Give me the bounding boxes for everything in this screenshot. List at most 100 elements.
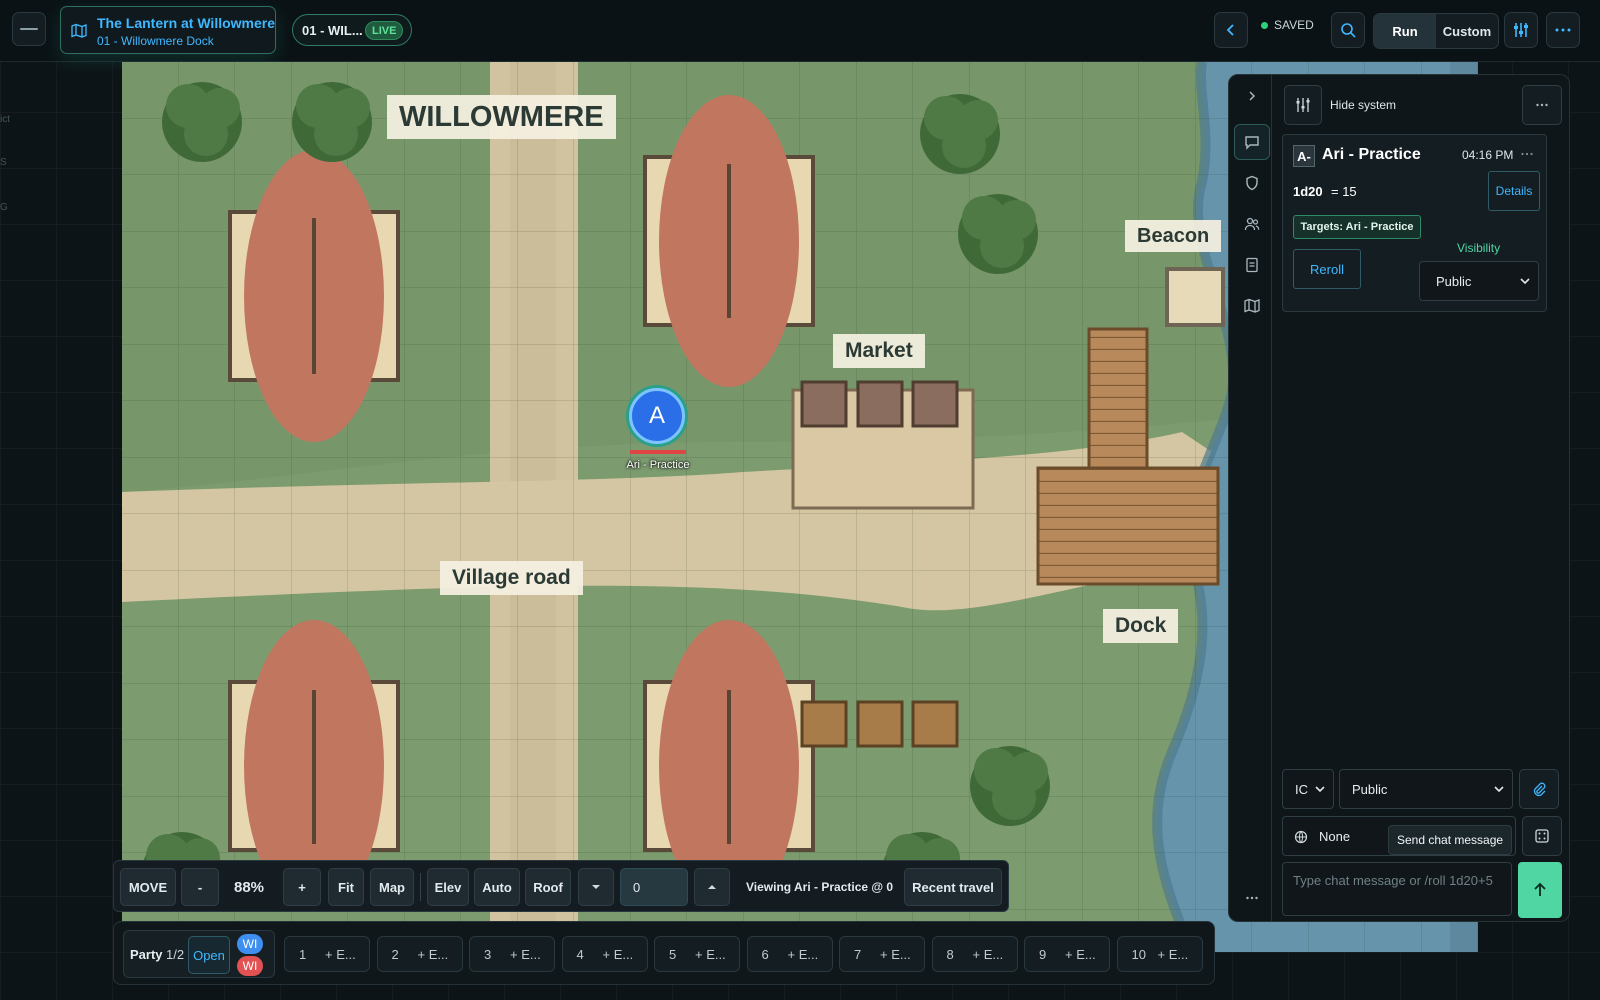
map-button[interactable]: Map bbox=[370, 868, 414, 906]
map-icon bbox=[1244, 298, 1260, 313]
campaign-switcher[interactable]: The Lantern at Willowmere 01 - Willowmer… bbox=[60, 6, 276, 54]
top-bar: The Lantern at Willowmere 01 - Willowmer… bbox=[0, 0, 1600, 62]
hotbar-slot[interactable]: 7 + E... bbox=[839, 936, 925, 972]
character-token[interactable]: A bbox=[629, 388, 685, 444]
mixer-settings-button[interactable] bbox=[1504, 12, 1538, 48]
chat-channel-value: Public bbox=[1352, 781, 1388, 797]
rail-more-button[interactable] bbox=[1234, 880, 1270, 916]
sliders-icon bbox=[1296, 98, 1310, 112]
elevation-down-button[interactable] bbox=[578, 868, 614, 906]
auto-button[interactable]: Auto bbox=[474, 868, 520, 906]
roll-message-card: A- Ari - Practice 04:16 PM 1d20 = 15 Det… bbox=[1282, 134, 1547, 312]
elev-button[interactable]: Elev bbox=[427, 868, 469, 906]
hotbar-slot-action: + E... bbox=[417, 946, 449, 962]
party-open-button[interactable]: Open bbox=[188, 936, 230, 974]
hotbar-slot[interactable]: 8 + E... bbox=[931, 936, 1018, 972]
chat-filter-button[interactable] bbox=[1284, 85, 1322, 125]
hotbar-slot-number: 2 bbox=[391, 946, 399, 962]
party-label: Party bbox=[130, 947, 163, 962]
maps-tab[interactable] bbox=[1234, 288, 1270, 324]
send-button[interactable] bbox=[1518, 862, 1562, 918]
visibility-select[interactable]: Public bbox=[1419, 261, 1539, 301]
chat-bubble-icon bbox=[1245, 136, 1259, 150]
mode-custom-button[interactable]: Custom bbox=[1436, 14, 1498, 48]
map-label-road: Village road bbox=[440, 561, 583, 595]
left-edge-text: ict bbox=[0, 114, 10, 125]
hotbar-slot[interactable]: 5 + E... bbox=[654, 936, 740, 972]
hotbar-slot-action: + E... bbox=[602, 946, 634, 962]
hotbar-slot-number: 8 bbox=[946, 946, 954, 962]
chat-mode-select[interactable]: IC bbox=[1282, 769, 1334, 809]
elevation-input[interactable]: 0 bbox=[620, 868, 688, 906]
mode-run-button[interactable]: Run bbox=[1374, 14, 1436, 48]
chat-channel-select[interactable]: Public bbox=[1339, 769, 1513, 809]
save-status: SAVED bbox=[1261, 18, 1314, 32]
elevation-value: 0 bbox=[633, 879, 641, 895]
chat-mode-value: IC bbox=[1295, 781, 1308, 797]
visibility-value: Public bbox=[1436, 273, 1472, 289]
roof-button[interactable]: Roof bbox=[525, 868, 571, 906]
message-menu-button[interactable] bbox=[1519, 147, 1535, 161]
speaker-name: Ari - Practice bbox=[1322, 146, 1421, 163]
search-button[interactable] bbox=[1331, 12, 1365, 48]
panel-rail bbox=[1228, 74, 1272, 922]
more-horizontal-icon bbox=[1521, 152, 1533, 156]
scene-subtitle: 01 - Willowmere Dock bbox=[97, 34, 214, 48]
caret-down-icon bbox=[592, 885, 600, 889]
notes-tab[interactable] bbox=[1234, 247, 1270, 283]
hotbar-slot-number: 6 bbox=[761, 946, 769, 962]
map-label-market: Market bbox=[833, 334, 925, 368]
party-bar: Party 1/2 Open WI WI 1 + E... 2 + E... 3 + E.… bbox=[113, 921, 1215, 985]
hotbar-slot-number: 9 bbox=[1039, 946, 1047, 962]
hotbar-slot-action: + E... bbox=[325, 946, 356, 962]
hotbar-slot[interactable]: 1 + E... bbox=[284, 936, 370, 972]
hotbar-slot-action: + E... bbox=[1065, 946, 1096, 962]
fit-button[interactable]: Fit bbox=[328, 868, 364, 906]
hotbar-slot[interactable]: 9 + E... bbox=[1024, 936, 1110, 972]
arrow-up-icon bbox=[1534, 882, 1546, 896]
hide-system-toggle[interactable]: Hide system bbox=[1330, 98, 1396, 112]
chevron-down-icon bbox=[1520, 278, 1530, 285]
dice-button[interactable] bbox=[1522, 816, 1562, 856]
elevation-up-button[interactable] bbox=[694, 868, 730, 906]
app-menu-button[interactable] bbox=[12, 12, 46, 46]
hotbar-slot-number: 10 bbox=[1131, 946, 1146, 962]
send-tooltip: Send chat message bbox=[1388, 825, 1513, 855]
hotbar-slot[interactable]: 3 + E... bbox=[469, 936, 555, 972]
hotbar-slot-number: 4 bbox=[576, 946, 584, 962]
hotbar-slot-action: + E... bbox=[1157, 946, 1189, 962]
people-tab[interactable] bbox=[1234, 206, 1270, 242]
map-label-beacon: Beacon bbox=[1125, 220, 1222, 252]
move-mode-button[interactable]: MOVE bbox=[120, 868, 176, 906]
shield-tab[interactable] bbox=[1234, 165, 1270, 201]
details-button[interactable]: Details bbox=[1488, 171, 1540, 211]
hotbar-slot[interactable]: 6 + E... bbox=[746, 936, 833, 972]
targets-chip[interactable]: Targets: Ari - Practice bbox=[1293, 215, 1421, 239]
chat-options-button[interactable] bbox=[1522, 85, 1562, 125]
reroll-button[interactable]: Reroll bbox=[1293, 249, 1361, 289]
zoom-out-button[interactable]: - bbox=[181, 868, 219, 906]
beacon-tower bbox=[1165, 267, 1225, 327]
left-edge-text: S bbox=[0, 157, 7, 168]
more-menu-button[interactable] bbox=[1546, 12, 1580, 48]
hotbar-slot[interactable]: 10 + E... bbox=[1116, 936, 1203, 972]
roll-result: = 15 bbox=[1331, 184, 1357, 199]
hotbar-slot-action: + E... bbox=[787, 946, 819, 962]
chat-message-input[interactable] bbox=[1282, 862, 1512, 916]
party-summary: Party 1/2 Open WI WI bbox=[123, 930, 275, 978]
hotbar-slot-number: 3 bbox=[484, 946, 492, 962]
hotbar-slot-number: 1 bbox=[299, 946, 307, 962]
shield-icon bbox=[1246, 175, 1258, 191]
recent-travel-button[interactable]: Recent travel bbox=[904, 868, 1002, 906]
party-member-badge[interactable]: WI bbox=[237, 934, 263, 954]
zoom-in-button[interactable]: + bbox=[283, 868, 321, 906]
party-member-badge[interactable]: WI bbox=[237, 956, 263, 976]
scene-selector[interactable]: 01 - WIL... LIVE bbox=[292, 14, 412, 46]
expand-panel-button[interactable] bbox=[1234, 78, 1270, 114]
more-horizontal-icon bbox=[1536, 103, 1548, 107]
collapse-panel-button[interactable] bbox=[1214, 12, 1248, 48]
hotbar-slot[interactable]: 2 + E... bbox=[376, 936, 463, 972]
chat-tab[interactable] bbox=[1234, 124, 1270, 160]
attach-button[interactable] bbox=[1519, 769, 1559, 809]
hotbar-slot[interactable]: 4 + E... bbox=[561, 936, 648, 972]
